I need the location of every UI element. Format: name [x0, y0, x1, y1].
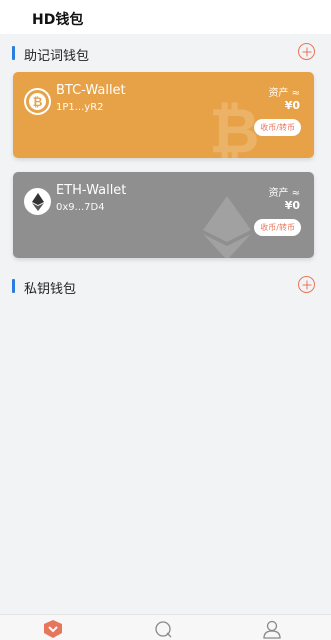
wallet-name: BTC-Wallet	[56, 83, 126, 98]
tab-wallet[interactable]	[42, 619, 64, 639]
receive-send-button[interactable]: 收币/转币	[254, 119, 301, 136]
private-key-wallet-section-header: 私钥钱包	[0, 276, 331, 298]
wallet-home-icon	[44, 620, 62, 638]
asset-value: ¥0	[284, 99, 300, 112]
wallet-card-btc[interactable]: ₿ ₿ BTC-Wallet 1P1...yR2 资产 ≈ ¥0 收币/转币	[13, 72, 314, 158]
receive-send-button[interactable]: 收币/转币	[254, 219, 301, 236]
mnemonic-wallet-section-header: 助记词钱包	[0, 43, 331, 65]
asset-label: 资产 ≈	[268, 188, 300, 199]
bitcoin-icon: ₿	[24, 88, 51, 115]
discover-icon	[155, 621, 172, 638]
tab-discover[interactable]	[152, 619, 174, 639]
asset-label: 资产 ≈	[268, 88, 300, 99]
wallet-name: ETH-Wallet	[56, 183, 127, 198]
svg-text:₿: ₿	[33, 95, 43, 109]
section-marker	[12, 46, 15, 60]
asset-value: ¥0	[284, 199, 300, 212]
section-marker	[12, 279, 15, 293]
wallet-address: 0x9...7D4	[56, 202, 105, 213]
add-private-key-wallet-button[interactable]	[298, 276, 315, 293]
add-mnemonic-wallet-button[interactable]	[298, 43, 315, 60]
private-key-wallet-section-label: 私钥钱包	[24, 282, 77, 297]
wallet-card-eth[interactable]: ETH-Wallet 0x9...7D4 资产 ≈ ¥0 收币/转币	[13, 172, 314, 258]
ethereum-icon	[24, 188, 51, 215]
mnemonic-wallet-section-label: 助记词钱包	[24, 49, 90, 64]
top-header: HD钱包	[0, 0, 331, 34]
tab-profile[interactable]	[261, 619, 283, 639]
page-title: HD钱包	[32, 12, 84, 28]
ethereum-watermark-icon	[203, 196, 251, 258]
profile-icon	[263, 620, 281, 639]
bitcoin-watermark-icon: ₿	[209, 94, 260, 158]
bottom-tab-bar	[0, 614, 331, 640]
wallet-address: 1P1...yR2	[56, 102, 104, 113]
